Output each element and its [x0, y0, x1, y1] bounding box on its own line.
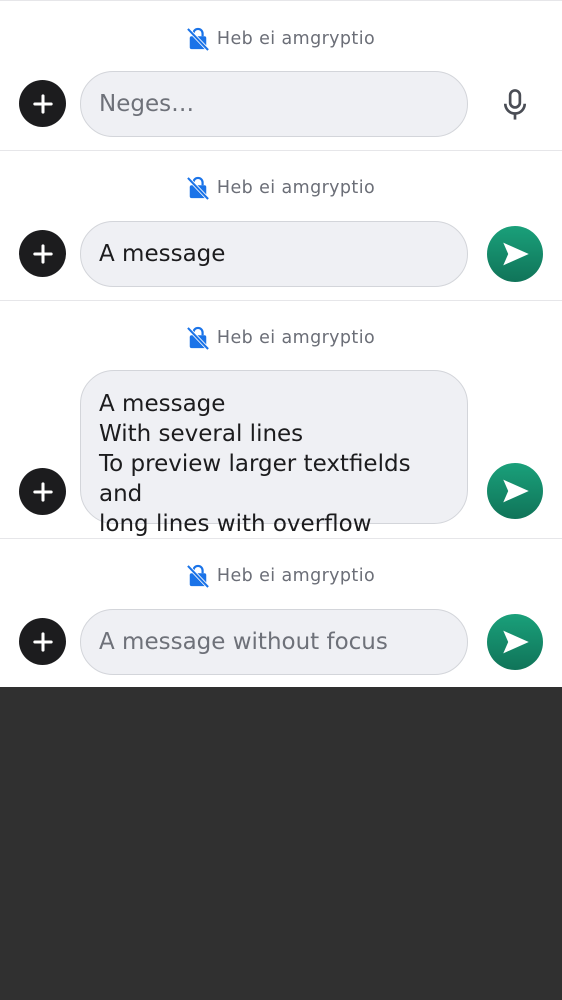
- composer-panel: Heb ei amgryptio A message without focus: [0, 538, 562, 687]
- message-line: To preview larger textfields and: [99, 451, 411, 507]
- add-attachment-button[interactable]: [19, 80, 66, 127]
- message-input[interactable]: Neges…: [80, 71, 468, 137]
- encryption-status: Heb ei amgryptio: [0, 324, 562, 352]
- message-line: long lines with overflow: [99, 511, 372, 537]
- message-placeholder: Neges…: [99, 91, 195, 117]
- divider: [0, 0, 562, 1]
- send-button[interactable]: [487, 226, 543, 282]
- encryption-status: Heb ei amgryptio: [0, 25, 562, 53]
- lock-off-icon: [186, 27, 209, 51]
- message-text: A message without focus: [99, 629, 388, 655]
- message-input[interactable]: A message without focus: [80, 609, 468, 675]
- encryption-status: Heb ei amgryptio: [0, 562, 562, 590]
- add-attachment-button[interactable]: [19, 468, 66, 515]
- lock-off-icon: [186, 326, 209, 350]
- send-icon: [503, 479, 529, 503]
- send-button[interactable]: [487, 614, 543, 670]
- message-lines: A message With several lines To preview …: [99, 389, 449, 539]
- divider: [0, 300, 562, 301]
- encryption-label: Heb ei amgryptio: [216, 29, 376, 49]
- send-button[interactable]: [487, 463, 543, 519]
- message-input-multiline[interactable]: A message With several lines To preview …: [80, 370, 468, 537]
- message-text: A message: [99, 241, 226, 267]
- divider: [0, 538, 562, 539]
- add-attachment-button[interactable]: [19, 618, 66, 665]
- encryption-status: Heb ei amgryptio: [0, 174, 562, 202]
- lock-off-icon: [186, 564, 209, 588]
- voice-record-button[interactable]: [490, 80, 540, 130]
- message-input[interactable]: A message: [80, 221, 468, 287]
- plus-icon: [32, 481, 53, 502]
- send-icon: [503, 630, 529, 654]
- message-line: A message: [99, 391, 226, 417]
- composer-panel: Heb ei amgryptio A message With several …: [0, 300, 562, 538]
- message-line: With several lines: [99, 421, 304, 447]
- add-attachment-button[interactable]: [19, 230, 66, 277]
- encryption-label: Heb ei amgryptio: [216, 178, 376, 198]
- composer-panel: Heb ei amgryptio A message: [0, 150, 562, 300]
- encryption-label: Heb ei amgryptio: [216, 328, 376, 348]
- divider: [0, 150, 562, 151]
- send-icon: [503, 242, 529, 266]
- plus-icon: [32, 631, 53, 652]
- encryption-label: Heb ei amgryptio: [216, 566, 376, 586]
- plus-icon: [32, 243, 53, 264]
- plus-icon: [32, 93, 53, 114]
- microphone-icon: [503, 89, 527, 120]
- composer-panel: Heb ei amgryptio Neges…: [0, 0, 562, 150]
- lock-off-icon: [186, 176, 209, 200]
